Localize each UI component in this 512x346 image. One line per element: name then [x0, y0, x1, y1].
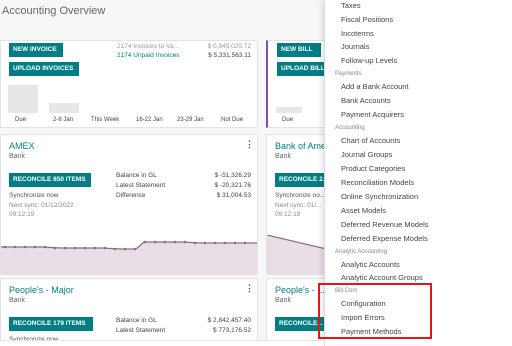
menu-item-follow-up-levels[interactable]: Follow-up Levels: [341, 56, 397, 65]
next-sync-text: Next sync: 01/12/2022: [9, 202, 74, 209]
difference-label: Difference: [116, 192, 146, 199]
next-sync-time: 09:12:19: [275, 211, 301, 218]
amex-journal-card: AMEX Bank ⋮ RECONCILE 850 ITEMS Synchron…: [0, 134, 258, 275]
synchronize-now-link[interactable]: Synchronize now: [9, 192, 59, 199]
latest-statement-value: $ -20,321.76: [214, 182, 251, 189]
bills-axis-label-due: Due: [282, 117, 294, 123]
new-bill-button[interactable]: NEW BILL: [277, 43, 321, 57]
latest-statement-label: Latest Statement: [116, 182, 166, 189]
journal-title[interactable]: People's - Major: [9, 285, 74, 295]
new-invoice-button[interactable]: NEW INVOICE: [9, 43, 63, 57]
upload-invoices-button[interactable]: UPLOAD INVOICES: [9, 62, 79, 76]
axis-label-not-due: Not Due: [221, 117, 244, 123]
unpaid-invoices-link[interactable]: 2174 Unpaid Invoices: [117, 52, 180, 59]
menu-item-online-synchronization[interactable]: Online Synchronization: [341, 192, 418, 201]
journal-type: Bank: [9, 153, 25, 160]
menu-item-payment-acquirers[interactable]: Payment Acquirers: [341, 110, 404, 119]
menu-item-journals[interactable]: Journals: [341, 42, 369, 51]
menu-item-bank-accounts[interactable]: Bank Accounts: [341, 96, 391, 105]
balance-line-chart[interactable]: [1, 235, 257, 275]
menu-item-chart-of-accounts[interactable]: Chart of Accounts: [341, 136, 400, 145]
menu-item-asset-models[interactable]: Asset Models: [341, 206, 386, 215]
invoices-to-validate-amount: $ 0,945,020.72: [207, 43, 251, 50]
next-sync-text: Next sync: 01/...: [275, 202, 322, 209]
journal-type: Bank: [275, 297, 291, 304]
latest-statement-label: Latest Statement: [116, 327, 166, 334]
menu-item-journal-groups[interactable]: Journal Groups: [341, 150, 392, 159]
difference-value: $ 31,004.53: [216, 192, 251, 199]
page-title: Accounting Overview: [2, 5, 106, 17]
upload-bills-button[interactable]: UPLOAD BILLS: [277, 62, 327, 76]
menu-item-reconciliation-models[interactable]: Reconciliation Models: [341, 178, 414, 187]
axis-label-16-22-jan: 16-22 Jan: [136, 117, 163, 123]
axis-label-23-29-jan: 23-29 Jan: [177, 117, 204, 123]
chart-bar-due[interactable]: [8, 85, 38, 113]
axis-label-this-week: This Week: [91, 117, 120, 123]
menu-section-payments: Payments: [335, 71, 362, 77]
invoices-to-validate-link[interactable]: 2174 Invoices to Va...: [117, 43, 179, 50]
balance-gl-value: $ 2,842,457.40: [207, 317, 251, 324]
billcom-highlight-box: [318, 283, 432, 339]
next-sync-time: 09:12:19: [9, 211, 35, 218]
chart-bar-2-8-jan[interactable]: [49, 103, 79, 113]
menu-item-deferred-expense-models[interactable]: Deferred Expense Models: [341, 234, 428, 243]
balance-gl-label: Balance in GL: [116, 317, 157, 324]
bottom-strip: [0, 340, 324, 346]
menu-item-incoterms[interactable]: Incoterms: [341, 29, 374, 38]
reconcile-button[interactable]: RECONCILE 179 ITEMS: [9, 317, 93, 331]
axis-label-due: Due: [15, 117, 27, 123]
menu-item-taxes[interactable]: Taxes: [341, 1, 361, 10]
menu-item-analytic-account-groups[interactable]: Analytic Account Groups: [341, 273, 423, 282]
latest-statement-value: $ 773,176.52: [213, 327, 251, 334]
balance-gl-value: $ -51,326.29: [214, 172, 251, 179]
menu-section-accounting: Accounting: [335, 125, 365, 131]
kebab-menu-icon[interactable]: ⋮: [245, 283, 254, 294]
customer-invoices-card: NEW INVOICE UPLOAD INVOICES 2174 Invoice…: [0, 40, 258, 128]
synchronize-now-link[interactable]: Synchronize no...: [275, 192, 325, 199]
kebab-menu-icon[interactable]: ⋮: [245, 139, 254, 150]
menu-item-deferred-revenue-models[interactable]: Deferred Revenue Models: [341, 220, 429, 229]
menu-item-add-bank-account[interactable]: Add a Bank Account: [341, 82, 409, 91]
journal-title[interactable]: AMEX: [9, 141, 35, 151]
bills-chart-bar-due[interactable]: [276, 107, 302, 113]
balance-gl-label: Balance in GL: [116, 172, 157, 179]
menu-section-analytic-accounting: Analytic Accounting: [335, 249, 388, 255]
menu-item-product-categories[interactable]: Product Categories: [341, 164, 405, 173]
axis-label-2-8-jan: 2-8 Jan: [53, 117, 74, 123]
menu-item-fiscal-positions[interactable]: Fiscal Positions: [341, 15, 393, 24]
menu-item-analytic-accounts[interactable]: Analytic Accounts: [341, 260, 400, 269]
journal-type: Bank: [275, 153, 291, 160]
journal-type: Bank: [9, 297, 25, 304]
reconcile-button[interactable]: RECONCILE 850 ITEMS: [9, 173, 91, 187]
unpaid-invoices-amount: $ 5,331,563.11: [208, 52, 251, 59]
peoples-major-journal-card: People's - Major Bank ⋮ RECONCILE 179 IT…: [0, 278, 258, 343]
